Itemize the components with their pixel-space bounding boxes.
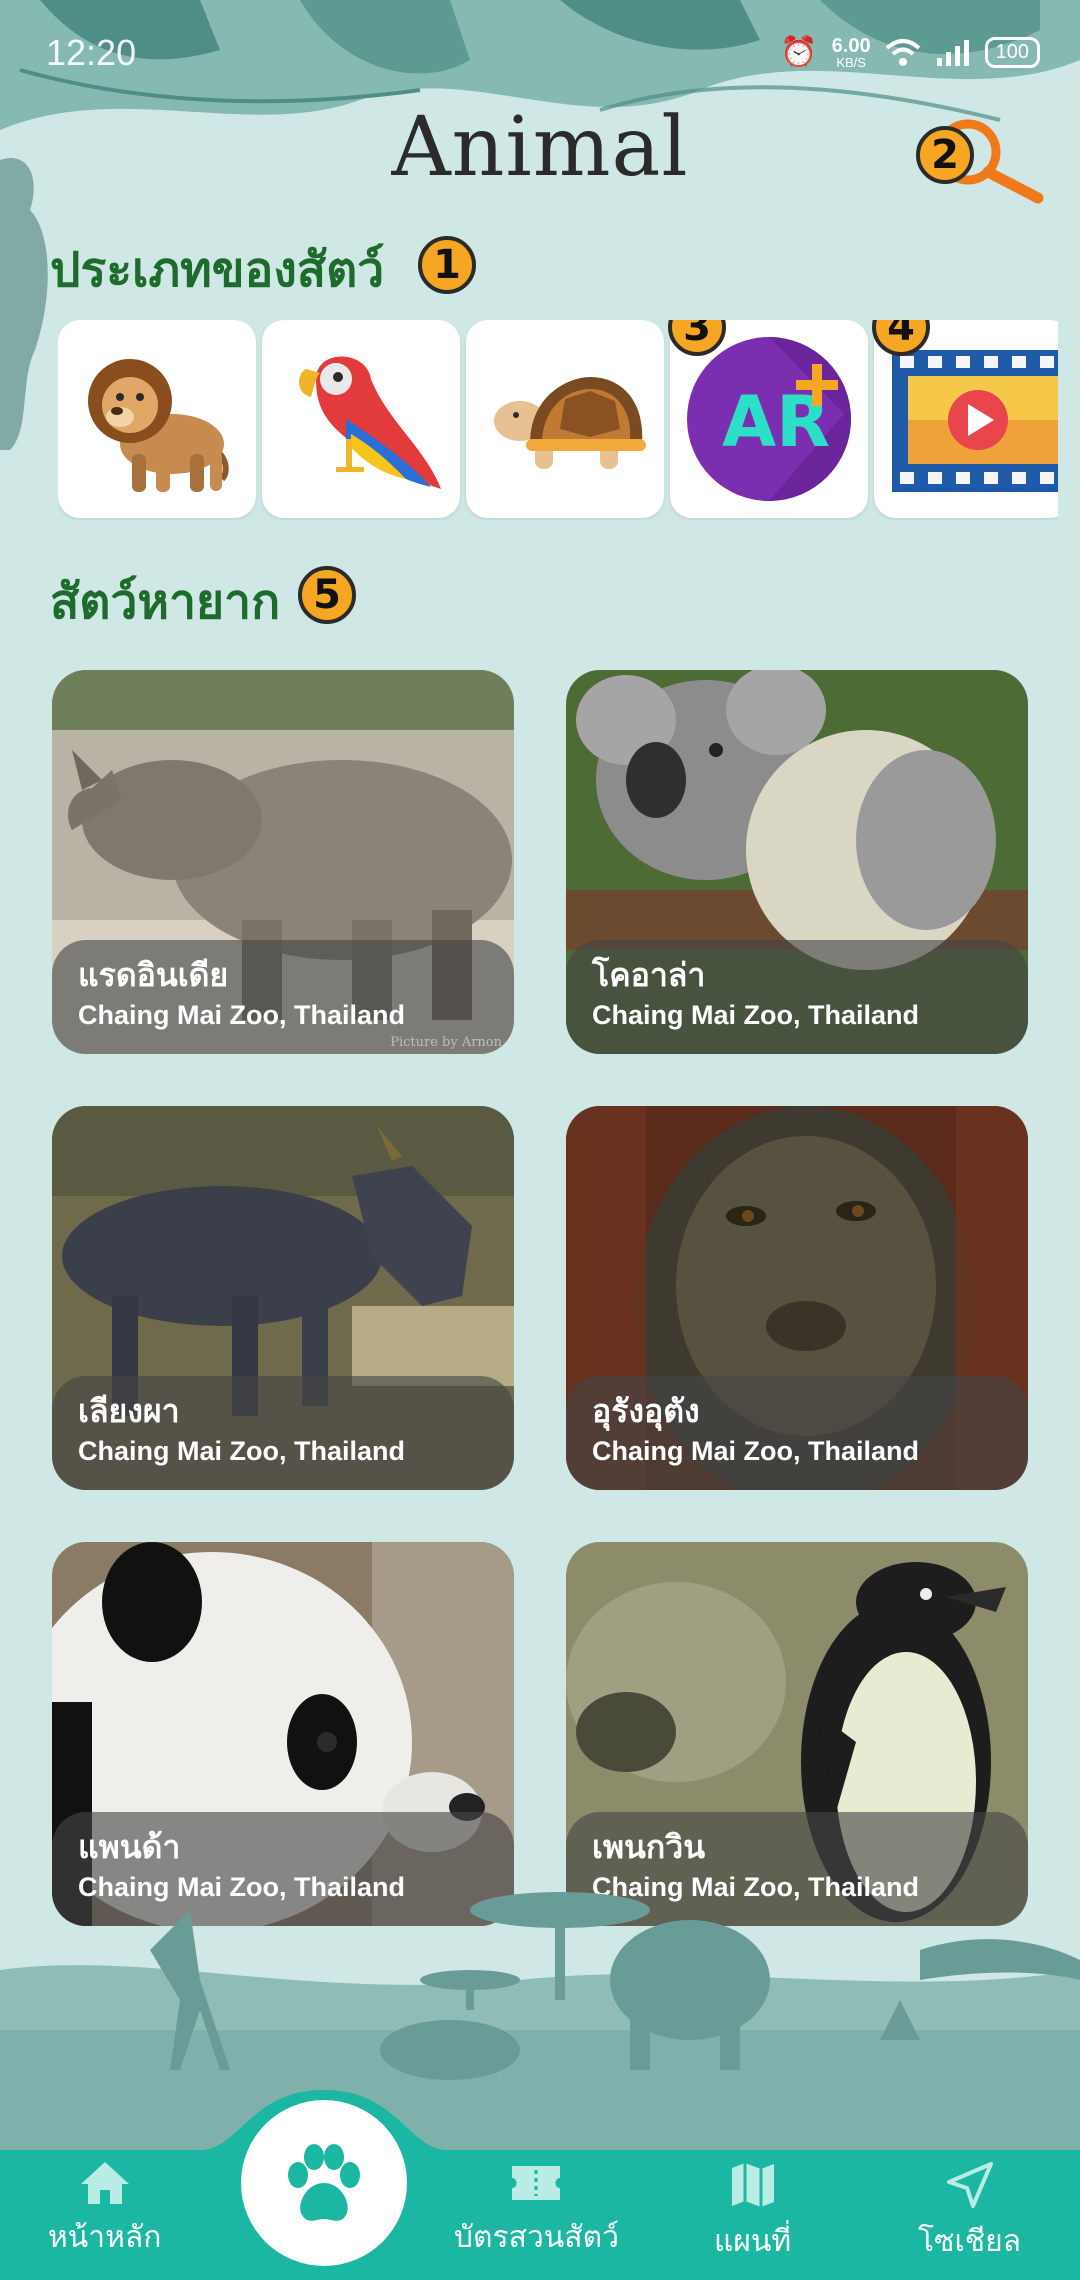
status-bar: 12:20 ⏰ 6.00 KB/S 100	[0, 0, 1080, 110]
category-list: AR 3 4	[58, 320, 1058, 520]
card-caption: อุรังอุตัง Chaing Mai Zoo, Thailand	[566, 1376, 1028, 1490]
nav-ticket[interactable]: บัตรสวนสัตว์	[454, 2160, 619, 2261]
category-video[interactable]: 4	[872, 320, 1058, 518]
net-speed: 6.00 KB/S	[832, 36, 871, 69]
animal-name: แพนด้า	[78, 1828, 181, 1866]
search-button[interactable]: 2	[910, 112, 1050, 212]
animal-card-rhino[interactable]: แรดอินเดีย Chaing Mai Zoo, Thailand Pict…	[52, 670, 514, 1054]
category-reptile[interactable]	[466, 320, 664, 518]
nav-map-label: แผนที่	[714, 2224, 792, 2259]
animal-card-koala[interactable]: โคอาล่า Chaing Mai Zoo, Thailand	[566, 670, 1028, 1054]
card-caption: เลียงผา Chaing Mai Zoo, Thailand	[52, 1376, 514, 1490]
card-caption: โคอาล่า Chaing Mai Zoo, Thailand	[566, 940, 1028, 1054]
animal-name: เพนกวิน	[592, 1828, 706, 1866]
animal-name: โคอาล่า	[592, 956, 706, 994]
net-speed-unit: KB/S	[836, 55, 866, 70]
animal-location: Chaing Mai Zoo, Thailand	[78, 1436, 405, 1467]
animal-card-goral[interactable]: เลียงผา Chaing Mai Zoo, Thailand	[52, 1106, 514, 1490]
nav-social[interactable]: โซเชียล	[918, 2160, 1021, 2265]
categories-title: ประเภทของสัตว์	[50, 242, 385, 298]
status-time: 12:20	[46, 32, 137, 73]
search-badge: 2	[916, 126, 974, 184]
send-icon	[946, 2162, 993, 2208]
map-icon	[731, 2163, 774, 2207]
paw-nav-button[interactable]	[241, 2100, 407, 2266]
category-ar[interactable]: AR 3	[668, 320, 868, 518]
animal-card-penguin[interactable]: เพนกวิน Chaing Mai Zoo, Thailand	[566, 1542, 1028, 1926]
animal-name: เลียงผา	[78, 1392, 180, 1430]
lion-icon	[88, 359, 229, 492]
categories-badge: 1	[418, 236, 476, 294]
category-bird[interactable]	[262, 320, 460, 518]
nav-map[interactable]: แผนที่	[714, 2160, 791, 2265]
animal-location: Chaing Mai Zoo, Thailand	[592, 1000, 919, 1031]
animal-location: Chaing Mai Zoo, Thailand	[592, 1436, 919, 1467]
signal-icon	[936, 39, 969, 66]
animal-card-panda[interactable]: แพนด้า Chaing Mai Zoo, Thailand	[52, 1542, 514, 1926]
parrot-icon	[299, 356, 441, 489]
rare-animals-badge: 5	[298, 566, 356, 624]
video-icon	[892, 350, 1058, 492]
screen: 12:20 ⏰ 6.00 KB/S 100 Animal 2 ประเภทของ…	[0, 0, 1080, 2280]
nav-home-label: หน้าหลัก	[48, 2220, 162, 2255]
alarm-icon: ⏰	[780, 34, 818, 70]
photo-credit: Picture by Arnon	[390, 1035, 502, 1050]
ar-icon: AR	[687, 337, 851, 501]
status-icons: ⏰ 6.00 KB/S 100	[780, 36, 1040, 69]
animal-name: อุรังอุตัง	[592, 1392, 700, 1430]
animal-card-orangutan[interactable]: อุรังอุตัง Chaing Mai Zoo, Thailand	[566, 1106, 1028, 1490]
tortoise-icon	[494, 377, 646, 469]
category-lion[interactable]	[58, 320, 256, 518]
animal-name: แรดอินเดีย	[78, 956, 229, 994]
animal-location: Chaing Mai Zoo, Thailand	[78, 1000, 405, 1031]
ticket-icon	[512, 2166, 561, 2200]
battery-icon: 100	[984, 37, 1040, 68]
wifi-icon	[885, 38, 920, 66]
nav-social-label: โซเชียล	[918, 2224, 1022, 2259]
nav-home[interactable]: หน้าหลัก	[48, 2160, 161, 2261]
paw-icon	[288, 2144, 360, 2221]
nav-ticket-label: บัตรสวนสัตว์	[454, 2220, 619, 2255]
rare-animals-title: สัตว์หายาก	[50, 574, 281, 630]
net-speed-value: 6.00	[831, 35, 871, 57]
home-icon	[80, 2162, 129, 2204]
